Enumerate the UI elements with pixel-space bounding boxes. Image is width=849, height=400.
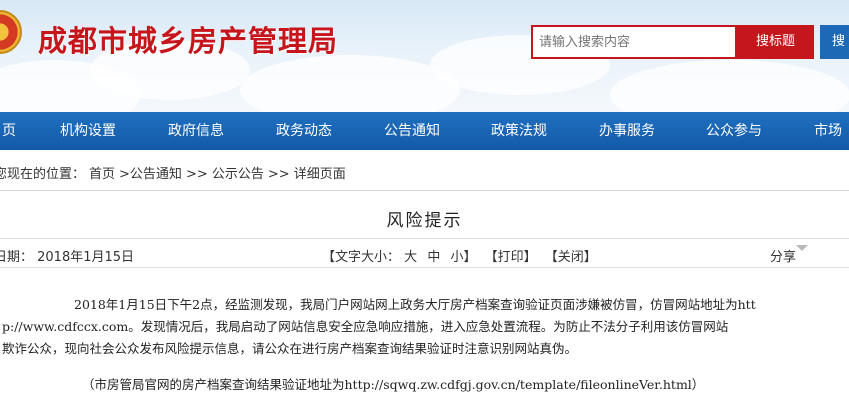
breadcrumb-detail: >> 详细页面 <box>267 167 346 182</box>
site-title: 成都市城乡房产管理局 <box>38 24 339 58</box>
article-body: 2018年1月15日下午2点，经监测发现，我局门户网站网上政务大厅房产档案查询验… <box>2 294 802 360</box>
cloud-decoration <box>240 55 460 112</box>
share-button[interactable]: 分享 <box>770 246 796 265</box>
nav-item-market[interactable]: 市场 <box>814 112 842 150</box>
article-paragraph-line: p://www.cdfccx.com。发现情况后，我局启动了网站信息安全应急响应… <box>2 319 729 334</box>
font-size-label: 【文字大小： <box>322 250 401 265</box>
breadcrumb-announcements[interactable]: >> 公示公告 <box>186 167 264 182</box>
nav-item-news[interactable]: 政务动态 <box>276 112 332 150</box>
breadcrumb-prefix: 您现在的位置： <box>0 167 86 182</box>
share-dropdown-icon[interactable] <box>796 245 808 251</box>
article-paragraph-line: 2018年1月15日下午2点，经监测发现，我局门户网站网上政务大厅房产档案查询验… <box>74 297 756 312</box>
article-tools: 【文字大小： 大 中 小】 【打印】 【关闭】 <box>322 246 597 265</box>
main-nav: 页 机构设置 政府信息 政务动态 公告通知 政策法规 办事服务 公众参与 市场 <box>0 112 849 150</box>
breadcrumb: 您现在的位置： 首页 >公告通知 >> 公示公告 >> 详细页面 <box>0 163 350 182</box>
font-size-small-link[interactable]: 小】 <box>450 250 476 265</box>
article-date: 日期： 2018年1月15日 <box>0 250 135 265</box>
cloud-decoration <box>610 60 849 112</box>
nav-item-gov-info[interactable]: 政府信息 <box>168 112 224 150</box>
nav-item-public[interactable]: 公众参与 <box>706 112 762 150</box>
article-info-bar: 日期： 2018年1月15日 【文字大小： 大 中 小】 【打印】 【关闭】 分… <box>0 238 849 268</box>
print-link[interactable]: 【打印】 <box>485 250 537 265</box>
font-size-large-link[interactable]: 大 <box>404 250 417 265</box>
emblem-icon <box>0 10 22 54</box>
nav-item-notices[interactable]: 公告通知 <box>384 112 440 150</box>
article-title: 风险提示 <box>386 211 463 231</box>
site-header: 成都市城乡房产管理局 搜标题 搜 <box>0 0 849 112</box>
search-title-button[interactable]: 搜标题 <box>737 25 814 59</box>
close-link[interactable]: 【关闭】 <box>545 250 597 265</box>
font-size-medium-link[interactable]: 中 <box>427 250 440 265</box>
breadcrumb-home[interactable]: 首页 <box>89 167 115 182</box>
search-button[interactable]: 搜 <box>820 25 849 59</box>
search-input[interactable] <box>531 25 737 59</box>
breadcrumb-notices[interactable]: >公告通知 <box>119 167 182 182</box>
nav-item-policies[interactable]: 政策法规 <box>491 112 547 150</box>
divider <box>0 190 849 191</box>
article-note: （市房管局官网的房产档案查询结果验证地址为http://sqwq.zw.cdfg… <box>82 377 705 392</box>
nav-item-home[interactable]: 页 <box>2 112 16 150</box>
article-paragraph-line: 欺诈公众，现向社会公众发布风险提示信息，请公众在进行房产档案查询结果验证时注意识… <box>2 341 578 356</box>
nav-item-services[interactable]: 办事服务 <box>599 112 655 150</box>
nav-item-organization[interactable]: 机构设置 <box>60 112 116 150</box>
